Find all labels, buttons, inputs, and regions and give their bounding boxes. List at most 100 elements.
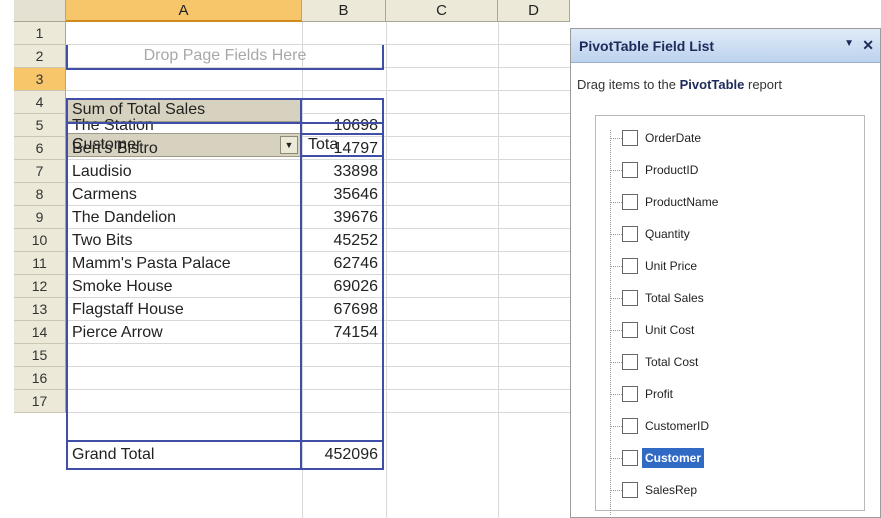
field-item[interactable]: Unit Cost xyxy=(610,320,850,340)
row-header-9[interactable]: 9 xyxy=(14,206,66,229)
row-header-14[interactable]: 14 xyxy=(14,321,66,344)
field-checkbox[interactable] xyxy=(622,290,638,306)
field-checkbox[interactable] xyxy=(622,418,638,434)
grand-total-value[interactable]: 452096 xyxy=(302,444,384,466)
field-label: Total Cost xyxy=(645,355,699,369)
field-label: Customer xyxy=(642,448,705,468)
column-header-c[interactable]: C xyxy=(386,0,498,22)
field-checkbox[interactable] xyxy=(622,194,638,210)
row-header-11[interactable]: 11 xyxy=(14,252,66,275)
field-checkbox[interactable] xyxy=(622,354,638,370)
field-item[interactable]: ProductName xyxy=(610,192,850,212)
field-item[interactable]: OrderDate xyxy=(610,128,850,148)
field-checkbox[interactable] xyxy=(622,482,638,498)
total-sales-cell[interactable]: 62746 xyxy=(302,253,384,275)
customer-cell[interactable]: Pierce Arrow xyxy=(66,322,302,344)
row-header-1[interactable]: 1 xyxy=(14,22,66,45)
field-label: Unit Price xyxy=(645,259,698,273)
field-list-tree: OrderDate ProductID ProductName Quantity Uni… xyxy=(595,115,865,515)
row-header-6[interactable]: 6 xyxy=(14,137,66,160)
grand-total-label[interactable]: Grand Total xyxy=(66,444,302,466)
field-checkbox[interactable] xyxy=(622,258,638,274)
column-gridline xyxy=(498,22,499,518)
field-item[interactable]: ProductID xyxy=(610,160,850,180)
close-icon[interactable]: ✕ xyxy=(862,37,874,54)
field-label: OrderDate xyxy=(645,131,702,145)
total-sales-cell[interactable]: 67698 xyxy=(302,299,384,321)
customer-cell[interactable]: The Station xyxy=(66,115,302,137)
tree-stub xyxy=(610,330,622,332)
field-label: ProductID xyxy=(645,163,699,177)
column-header-b[interactable]: B xyxy=(302,0,386,22)
customer-cell[interactable]: Mamm's Pasta Palace xyxy=(66,253,302,275)
total-sales-cell[interactable]: 35646 xyxy=(302,184,384,206)
row-header-15[interactable]: 15 xyxy=(14,344,66,367)
tree-stub xyxy=(610,170,622,172)
column-header-d[interactable]: D xyxy=(498,0,570,22)
total-sales-cell[interactable]: 69026 xyxy=(302,276,384,298)
field-item[interactable]: Unit Price xyxy=(610,256,850,276)
tree-stub xyxy=(610,490,622,492)
field-checkbox[interactable] xyxy=(622,130,638,146)
customer-cell[interactable]: Carmens xyxy=(66,184,302,206)
customer-cell[interactable]: Laudisio xyxy=(66,161,302,183)
field-item[interactable]: Customer xyxy=(610,448,850,468)
tree-stub xyxy=(610,362,622,364)
field-item[interactable]: Total Sales xyxy=(610,288,850,308)
row-header-4[interactable]: 4 xyxy=(14,91,66,114)
page-field-drop-zone[interactable]: Drop Page Fields Here xyxy=(66,45,384,67)
dropdown-arrow-icon[interactable]: ▼ xyxy=(844,38,854,49)
row-header-10[interactable]: 10 xyxy=(14,229,66,252)
field-checkbox[interactable] xyxy=(622,226,638,242)
field-label: Profit xyxy=(645,387,674,401)
tree-stub xyxy=(610,394,622,396)
field-item[interactable]: SalesRep xyxy=(610,480,850,500)
row-header-16[interactable]: 16 xyxy=(14,367,66,390)
field-label: ProductName xyxy=(645,195,719,209)
field-checkbox[interactable] xyxy=(622,322,638,338)
tree-stub xyxy=(610,458,622,460)
field-label: Total Sales xyxy=(645,291,704,305)
field-label: Quantity xyxy=(645,227,690,241)
row-header-8[interactable]: 8 xyxy=(14,183,66,206)
panel-instructions: Drag items to the PivotTable report xyxy=(577,77,782,92)
customer-cell[interactable]: Bert's Bistro xyxy=(66,138,302,160)
customer-cell[interactable]: Smoke House xyxy=(66,276,302,298)
row-header-13[interactable]: 13 xyxy=(14,298,66,321)
tree-stub xyxy=(610,138,622,140)
field-checkbox[interactable] xyxy=(622,162,638,178)
customer-cell[interactable]: The Dandelion xyxy=(66,207,302,229)
panel-title-bar[interactable]: PivotTable Field List xyxy=(571,29,880,63)
column-gridline xyxy=(386,22,387,518)
field-item[interactable]: Quantity xyxy=(610,224,850,244)
row-header-17[interactable]: 17 xyxy=(14,390,66,413)
column-header-a[interactable]: A xyxy=(66,0,302,22)
panel-title: PivotTable Field List xyxy=(579,38,715,54)
total-sales-cell[interactable]: 45252 xyxy=(302,230,384,252)
field-item[interactable]: Profit xyxy=(610,384,850,404)
pivot-field-list-panel: PivotTable Field List ▼ ✕ Drag items to … xyxy=(570,28,881,518)
row-header-5[interactable]: 5 xyxy=(14,114,66,137)
pivot-row-divider xyxy=(66,122,384,124)
customer-cell[interactable]: Flagstaff House xyxy=(66,299,302,321)
tree-stub xyxy=(610,426,622,428)
total-sales-cell[interactable]: 74154 xyxy=(302,322,384,344)
total-sales-cell[interactable]: 39676 xyxy=(302,207,384,229)
field-label: Unit Cost xyxy=(645,323,695,337)
row-header-7[interactable]: 7 xyxy=(14,160,66,183)
customer-cell[interactable]: Two Bits xyxy=(66,230,302,252)
tree-stub xyxy=(610,266,622,268)
field-checkbox[interactable] xyxy=(622,386,638,402)
row-header-12[interactable]: 12 xyxy=(14,275,66,298)
select-all-corner[interactable] xyxy=(14,0,66,22)
field-item[interactable]: CustomerID xyxy=(610,416,850,436)
row-header-3[interactable]: 3 xyxy=(14,68,66,91)
tree-stub xyxy=(610,298,622,300)
total-sales-cell[interactable]: 33898 xyxy=(302,161,384,183)
tree-stub xyxy=(610,202,622,204)
tree-stub xyxy=(610,234,622,236)
grand-total-divider xyxy=(66,440,384,442)
field-item[interactable]: Total Cost xyxy=(610,352,850,372)
field-checkbox[interactable] xyxy=(622,450,638,466)
row-header-2[interactable]: 2 xyxy=(14,45,66,68)
